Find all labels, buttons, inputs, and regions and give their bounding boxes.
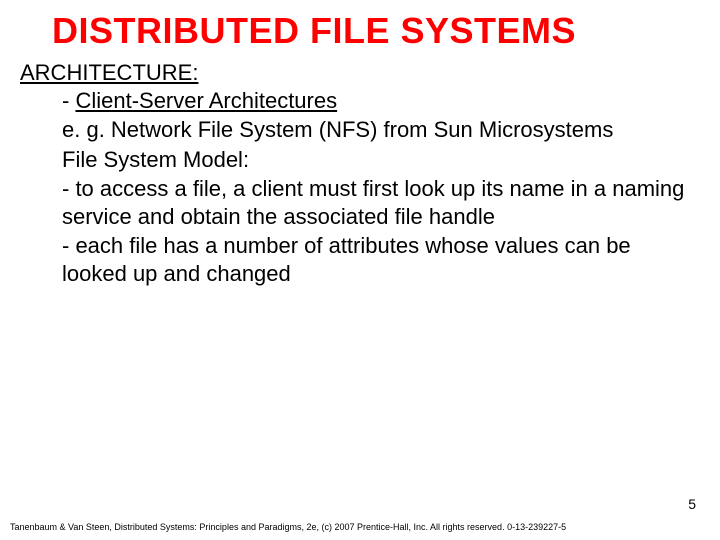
body-block: - Client-Server Architectures e. g. Netw…	[20, 88, 700, 287]
subhead-dash: -	[62, 88, 75, 113]
body-line-4: - each file has a number of attributes w…	[62, 232, 690, 287]
subheading: - Client-Server Architectures	[62, 88, 690, 114]
subhead-text: Client-Server Architectures	[75, 88, 337, 113]
footer-citation: Tanenbaum & Van Steen, Distributed Syste…	[10, 522, 566, 532]
body-line-1: e. g. Network File System (NFS) from Sun…	[62, 116, 690, 144]
body-line-3: - to access a file, a client must first …	[62, 175, 690, 230]
slide-title: DISTRIBUTED FILE SYSTEMS	[0, 0, 720, 60]
body-line-2: File System Model:	[62, 146, 690, 174]
content-area: ARCHITECTURE: - Client-Server Architectu…	[0, 60, 720, 287]
section-heading: ARCHITECTURE:	[20, 60, 700, 86]
page-number: 5	[688, 496, 696, 512]
